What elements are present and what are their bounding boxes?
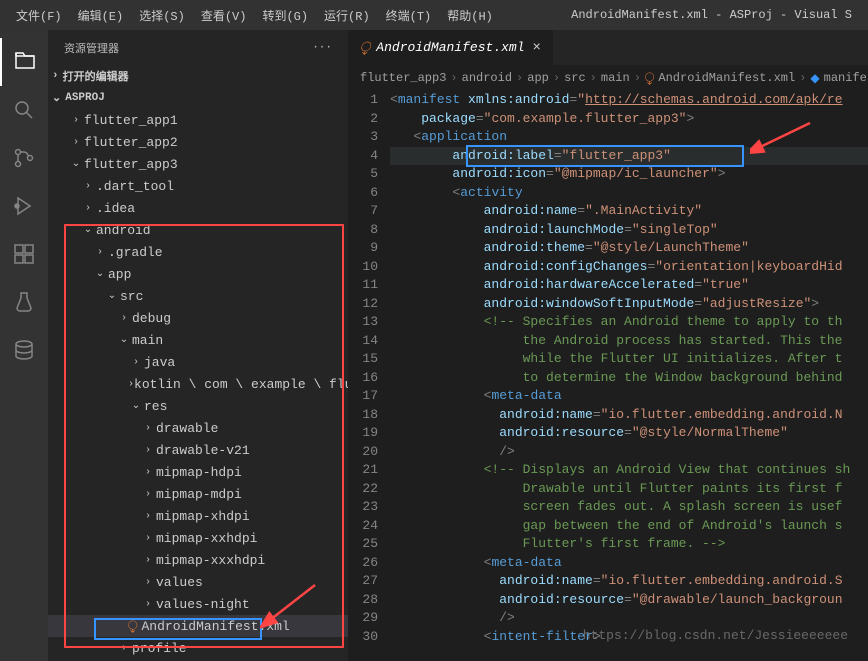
menu-item[interactable]: 终端(T) [378,7,440,24]
tree-item[interactable]: ›java [48,351,348,373]
tree-item[interactable]: ›.dart_tool [48,175,348,197]
tree-item[interactable]: ›debug [48,307,348,329]
tree-item[interactable]: ›profile [48,637,348,659]
file-tree[interactable]: ›flutter_app1›flutter_app2⌄flutter_app3›… [48,109,348,661]
tree-item[interactable]: ⌄main [48,329,348,351]
tree-item[interactable]: ⧬AndroidManifest.xml [48,615,348,637]
tab-androidmanifest[interactable]: ⧬ AndroidManifest.xml × [348,30,554,65]
menu-item[interactable]: 编辑(E) [70,7,132,24]
source-control-icon[interactable] [0,134,48,182]
tree-item[interactable]: ›drawable-v21 [48,439,348,461]
menu-item[interactable]: 帮助(H) [439,7,501,24]
tree-item[interactable]: ›drawable [48,417,348,439]
explorer-icon[interactable] [0,38,48,86]
window-title: AndroidManifest.xml - ASProj - Visual S [571,8,860,22]
tree-item[interactable]: ⌄res [48,395,348,417]
close-icon[interactable]: × [533,40,541,56]
tree-item[interactable]: ›mipmap-xxhdpi [48,527,348,549]
menu-item[interactable]: 选择(S) [131,7,193,24]
tree-item[interactable]: ›mipmap-hdpi [48,461,348,483]
breadcrumb-part[interactable]: main [601,71,630,85]
code-editor[interactable]: 1234567891011121314151617181920212223242… [348,91,868,661]
menu-item[interactable]: 转到(G) [254,7,316,24]
breadcrumb-part[interactable]: AndroidManifest.xml [658,71,795,85]
breadcrumbs[interactable]: flutter_app3›android›app›src›main›⧬Andro… [348,65,868,91]
line-numbers: 1234567891011121314151617181920212223242… [348,91,390,661]
breadcrumb-part[interactable]: manifest [824,71,868,85]
tab-filename: AndroidManifest.xml [376,40,524,55]
tree-item[interactable]: ›.idea [48,197,348,219]
menu-item[interactable]: 文件(F) [8,7,70,24]
breadcrumb-part[interactable]: android [462,71,512,85]
more-icon[interactable]: ··· [312,42,332,54]
menu-item[interactable]: 查看(V) [193,7,255,24]
tree-item[interactable]: ›mipmap-xhdpi [48,505,348,527]
database-icon[interactable] [0,326,48,374]
menu-item[interactable]: 运行(R) [316,7,378,24]
tree-item[interactable]: ›values [48,571,348,593]
activity-bar [0,30,48,661]
tree-item[interactable]: ›mipmap-xxxhdpi [48,549,348,571]
xml-file-icon: ⧬ [360,40,370,55]
testing-icon[interactable] [0,278,48,326]
breadcrumb-part[interactable]: flutter_app3 [360,71,446,85]
project-header[interactable]: ⌄ASPROJ [48,87,348,109]
tree-item[interactable]: ›values-night [48,593,348,615]
explorer-sidebar: 资源管理器 ··· ›打开的编辑器 ⌄ASPROJ ›flutter_app1›… [48,30,348,661]
menubar: 文件(F)编辑(E)选择(S)查看(V)转到(G)运行(R)终端(T)帮助(H)… [0,0,868,30]
tree-item[interactable]: ›kotlin \ com \ example \ flutter_app3 [48,373,348,395]
debug-icon[interactable] [0,182,48,230]
breadcrumb-part[interactable]: app [527,71,549,85]
tree-item[interactable]: ›.gradle [48,241,348,263]
editor-area: ⧬ AndroidManifest.xml × flutter_app3›and… [348,30,868,661]
tab-bar: ⧬ AndroidManifest.xml × [348,30,868,65]
tree-item[interactable]: ›mipmap-mdpi [48,483,348,505]
sidebar-header: 资源管理器 ··· [48,30,348,65]
tree-item[interactable]: ⌄src [48,285,348,307]
extensions-icon[interactable] [0,230,48,278]
sidebar-title: 资源管理器 [64,40,119,56]
tree-item[interactable]: ⌄app [48,263,348,285]
code-content[interactable]: <manifest xmlns:android="http://schemas.… [390,91,868,661]
open-editors-header[interactable]: ›打开的编辑器 [48,65,348,87]
tree-item[interactable]: ›flutter_app2 [48,131,348,153]
breadcrumb-part[interactable]: src [564,71,586,85]
tree-item[interactable]: ⌄flutter_app3 [48,153,348,175]
search-icon[interactable] [0,86,48,134]
tree-item[interactable]: ⌄android [48,219,348,241]
watermark: https://blog.csdn.net/Jessieeeeeee [583,628,848,643]
tree-item[interactable]: ›flutter_app1 [48,109,348,131]
